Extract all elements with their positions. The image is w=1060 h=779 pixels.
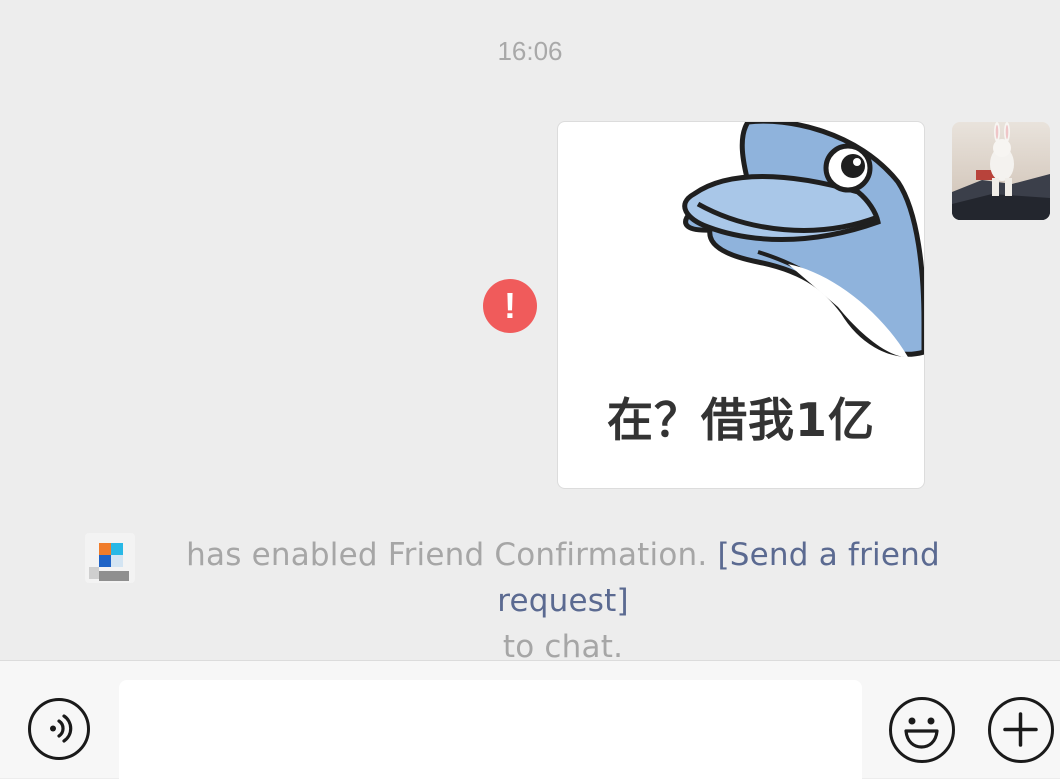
voice-button[interactable] [28, 698, 90, 760]
my-avatar[interactable] [952, 122, 1050, 220]
input-bar [0, 660, 1060, 779]
message-input[interactable] [119, 680, 862, 779]
sticker-message[interactable]: 在？借我1亿 [557, 121, 925, 489]
bunny-avatar-icon [952, 122, 1050, 220]
contact-avatar-icon [85, 533, 135, 583]
voice-icon [50, 714, 73, 743]
system-notice: has enabled Friend Confirmation. [Send a… [138, 532, 988, 670]
sticker-caption: 在？借我1亿 [606, 393, 875, 447]
more-options-button[interactable] [988, 697, 1054, 763]
message-timestamp: 16:06 [497, 36, 563, 66]
emoji-icon [904, 717, 939, 749]
emoji-button[interactable] [889, 697, 955, 763]
plus-icon [1003, 712, 1038, 747]
notice-text: has enabled Friend Confirmation. [186, 537, 708, 573]
send-failed-icon[interactable]: ! [483, 279, 537, 333]
contact-avatar[interactable] [85, 533, 135, 583]
